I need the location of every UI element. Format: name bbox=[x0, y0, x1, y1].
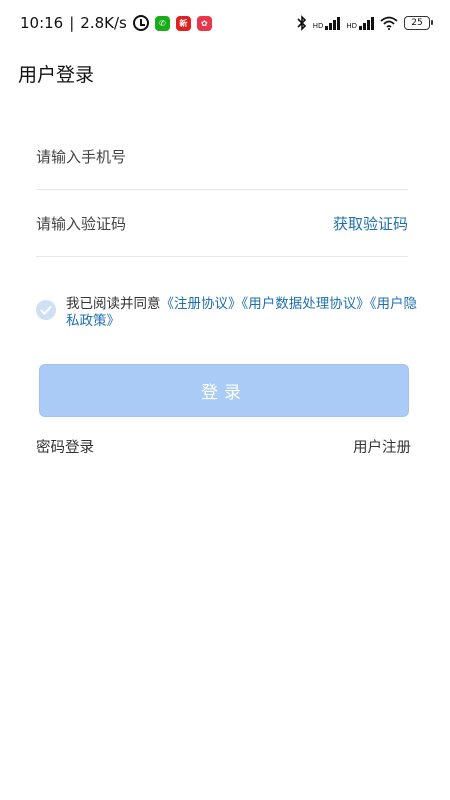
signal-bars-icon bbox=[325, 16, 341, 30]
agreement-prefix: 我已阅读并同意 bbox=[66, 296, 161, 312]
register-agreement-link[interactable]: 《注册协议》 bbox=[161, 296, 242, 312]
wifi-icon bbox=[380, 16, 398, 30]
status-bar-left: 10:16 | 2.8K/s ✆ 新 ✿ bbox=[20, 14, 212, 32]
hd-label-2: HD bbox=[346, 22, 357, 30]
alarm-icon bbox=[132, 15, 149, 31]
battery-level: 25 bbox=[411, 18, 423, 28]
bluetooth-icon bbox=[297, 15, 306, 31]
separator: | bbox=[69, 14, 75, 32]
get-code-button[interactable]: 获取验证码 bbox=[333, 213, 408, 234]
status-bar: 10:16 | 2.8K/s ✆ 新 ✿ HD HD 25 bbox=[0, 0, 450, 46]
signal-bars-icon bbox=[359, 16, 374, 30]
agree-checkbox[interactable] bbox=[36, 300, 56, 320]
agreement-row: 我已阅读并同意《注册协议》《用户数据处理协议》《用户隐私政策》 bbox=[36, 296, 426, 330]
clock: 10:16 bbox=[20, 14, 64, 32]
news-app-icon: 新 bbox=[175, 15, 191, 31]
password-login-link[interactable]: 密码登录 bbox=[36, 436, 94, 457]
code-field-row: 获取验证码 bbox=[36, 191, 408, 257]
login-screen: 10:16 | 2.8K/s ✆ 新 ✿ HD HD 25 用户登录 请输入手机… bbox=[0, 0, 450, 800]
page-title: 用户登录 bbox=[18, 64, 95, 86]
wechat-icon: ✆ bbox=[154, 15, 170, 31]
status-bar-right: HD HD 25 bbox=[297, 15, 433, 31]
agreement-text: 我已阅读并同意《注册协议》《用户数据处理协议》《用户隐私政策》 bbox=[66, 296, 426, 330]
verification-code-input[interactable] bbox=[36, 214, 296, 233]
hd-label-1: HD bbox=[312, 22, 324, 30]
check-icon bbox=[40, 305, 52, 315]
data-processing-agreement-link[interactable]: 《用户数据处理协议》 bbox=[242, 296, 370, 312]
red-app-icon: ✿ bbox=[196, 15, 212, 31]
signal-1: HD bbox=[313, 16, 341, 30]
battery-icon: 25 bbox=[404, 16, 433, 30]
network-speed: 2.8K/s bbox=[80, 14, 127, 32]
login-button[interactable]: 登录 bbox=[39, 364, 409, 417]
bottom-links: 密码登录 用户注册 bbox=[36, 436, 411, 457]
phone-field-row bbox=[36, 124, 408, 190]
phone-input[interactable] bbox=[36, 147, 296, 166]
register-link[interactable]: 用户注册 bbox=[353, 436, 411, 457]
signal-2: HD bbox=[346, 16, 374, 30]
